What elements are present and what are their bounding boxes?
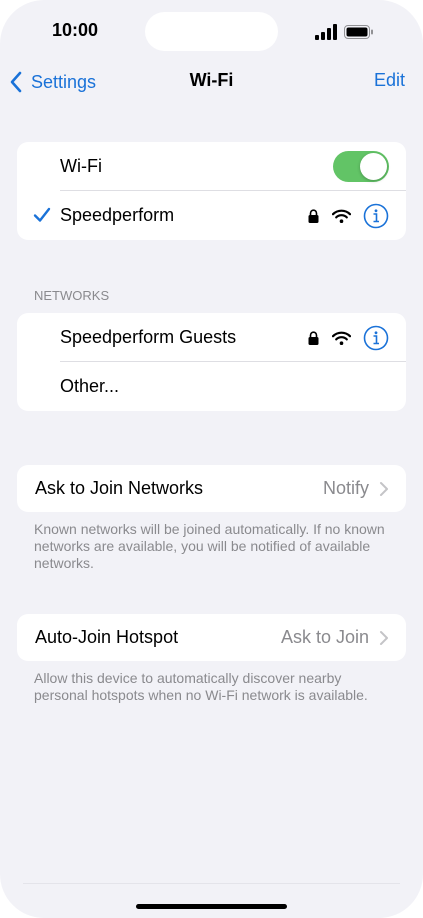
dynamic-island bbox=[145, 12, 278, 51]
networks-group: Speedperform Guests Other... bbox=[17, 313, 406, 411]
wifi-toggle-row: Wi-Fi bbox=[17, 142, 406, 191]
back-button-label: Settings bbox=[31, 71, 97, 92]
other-network-row[interactable]: Other... bbox=[17, 362, 406, 411]
home-indicator[interactable] bbox=[136, 904, 287, 909]
network-row[interactable]: Speedperform Guests bbox=[17, 313, 406, 362]
wifi-signal-icon bbox=[332, 331, 351, 345]
connected-network-row[interactable]: Speedperform bbox=[17, 191, 406, 240]
lock-icon bbox=[308, 209, 319, 223]
auto-join-row[interactable]: Auto-Join Hotspot Ask to Join bbox=[17, 614, 406, 661]
status-time: 10:00 bbox=[52, 20, 99, 40]
ask-to-join-footnote: Known networks will be joined automatica… bbox=[34, 521, 385, 571]
battery-icon bbox=[344, 25, 373, 39]
info-icon[interactable] bbox=[363, 325, 389, 351]
ask-to-join-group: Ask to Join Networks Notify bbox=[17, 465, 406, 512]
chevron-left-icon bbox=[10, 71, 22, 93]
wifi-signal-icon bbox=[332, 209, 351, 223]
phone-screen: 10:00 Settings Wi-Fi Edit Wi-Fi Speedper… bbox=[0, 0, 423, 918]
info-icon[interactable] bbox=[363, 203, 389, 229]
auto-join-group: Auto-Join Hotspot Ask to Join bbox=[17, 614, 406, 661]
checkmark-icon bbox=[33, 207, 51, 222]
ask-to-join-label: Ask to Join Networks bbox=[35, 478, 204, 498]
lock-icon bbox=[308, 331, 319, 345]
network-status-icons bbox=[308, 203, 389, 229]
other-network-label: Other... bbox=[60, 376, 120, 396]
bottom-separator bbox=[23, 883, 400, 884]
connected-network-name: Speedperform bbox=[60, 205, 175, 225]
network-name: Speedperform Guests bbox=[60, 327, 237, 347]
networks-section-header: NETWORKS bbox=[34, 288, 110, 303]
auto-join-label: Auto-Join Hotspot bbox=[35, 627, 179, 647]
edit-button[interactable]: Edit bbox=[374, 70, 405, 91]
auto-join-footnote: Allow this device to automatically disco… bbox=[34, 670, 368, 703]
ask-to-join-row[interactable]: Ask to Join Networks Notify bbox=[17, 465, 406, 512]
cellular-signal-icon bbox=[315, 24, 337, 40]
wifi-group: Wi-Fi Speedperform bbox=[17, 142, 406, 240]
back-button[interactable]: Settings bbox=[9, 68, 96, 96]
ask-to-join-value: Notify bbox=[322, 478, 369, 498]
network-status-icons bbox=[308, 325, 389, 351]
toggle-knob bbox=[360, 153, 387, 180]
chevron-right-icon bbox=[380, 630, 388, 645]
auto-join-value: Ask to Join bbox=[280, 627, 369, 647]
chevron-right-icon bbox=[380, 481, 388, 496]
wifi-label: Wi-Fi bbox=[60, 156, 102, 176]
wifi-toggle[interactable] bbox=[333, 151, 389, 182]
